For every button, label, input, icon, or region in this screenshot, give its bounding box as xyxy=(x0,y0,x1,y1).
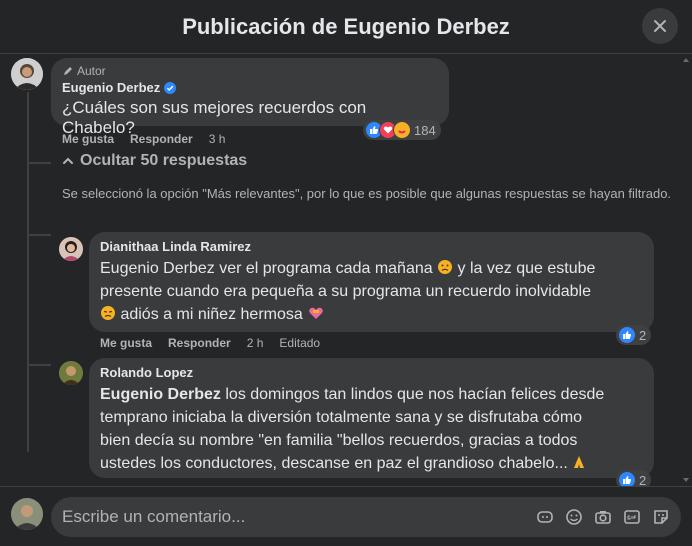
post-reaction-count: 184 xyxy=(414,122,436,138)
avatar-image xyxy=(11,58,43,90)
gif-icon xyxy=(624,510,640,524)
avatar[interactable] xyxy=(59,237,83,261)
chevron-up-icon xyxy=(63,157,73,164)
reply-author-name[interactable]: Rolando Lopez xyxy=(100,365,643,380)
reply-author-name-text: Dianithaa Linda Ramirez xyxy=(100,239,251,254)
author-badge: Autor xyxy=(62,64,438,78)
avatar-image xyxy=(59,361,83,385)
sad-face-icon xyxy=(438,260,453,274)
post-author-name-text: Eugenio Derbez xyxy=(62,80,161,95)
post-like-button[interactable]: Me gusta xyxy=(62,132,114,146)
reply-mention-link[interactable]: Eugenio Derbez xyxy=(100,386,221,403)
care-reaction-icon xyxy=(393,121,411,139)
reply-author-name-text: Rolando Lopez xyxy=(100,365,194,380)
praying-hands-icon xyxy=(574,456,585,468)
thread-branch xyxy=(27,234,51,236)
reply-text-line: Eugenio Derbez ver el programa cada maña… xyxy=(100,260,433,277)
emoji-button[interactable] xyxy=(564,507,584,527)
camera-icon xyxy=(595,511,611,524)
avatar[interactable] xyxy=(11,58,43,90)
reply-reactions[interactable]: 2 xyxy=(616,325,652,345)
gif-button[interactable] xyxy=(622,507,642,527)
reply-bubble: Dianithaa Linda Ramirez Eugenio Derbez v… xyxy=(89,232,654,332)
comment-composer xyxy=(0,486,692,546)
scrollbar[interactable] xyxy=(682,56,690,484)
reply-text-line: y la vez que estube xyxy=(457,260,596,277)
post-actions: Me gusta Responder 3 h xyxy=(62,132,225,146)
heart-ribbon-icon xyxy=(309,307,324,319)
reply-text-line: adiós a mi niñez hermosa xyxy=(120,306,303,323)
reply-like-button[interactable]: Me gusta xyxy=(100,336,152,350)
reply-text: Eugenio Derbez ver el programa cada maña… xyxy=(100,257,643,326)
dialog-header: Publicación de Eugenio Derbez xyxy=(0,0,692,54)
reply-text-line: presente cuando era pequeña a su program… xyxy=(100,283,592,300)
sticker-button[interactable] xyxy=(651,507,671,527)
camera-button[interactable] xyxy=(593,507,613,527)
post-bubble: Autor Eugenio Derbez ¿Cuáles son sus mej… xyxy=(51,58,449,137)
thread-branch xyxy=(27,364,51,366)
avatar-sticker-icon xyxy=(537,511,553,523)
reply-text-line: bien decía su nombre "en familia "bellos… xyxy=(100,432,578,449)
pencil-icon xyxy=(64,67,72,75)
author-tag-label: Autor xyxy=(77,64,106,78)
reply-text-line: ustedes los conductores, descanse en paz… xyxy=(100,455,568,472)
post-reactions[interactable]: 184 xyxy=(363,120,441,140)
reply-edited-label: Editado xyxy=(279,336,321,350)
reply-text: Eugenio Derbez los domingos tan lindos q… xyxy=(100,383,643,475)
composer-tools xyxy=(535,507,671,527)
avatar-image xyxy=(11,498,43,530)
close-button[interactable] xyxy=(642,8,678,44)
post-author-name[interactable]: Eugenio Derbez xyxy=(62,80,438,95)
like-reaction-icon xyxy=(618,326,636,344)
post-reply-button[interactable]: Responder xyxy=(130,132,193,146)
scroll-down-icon xyxy=(683,478,689,482)
thread-line xyxy=(27,92,29,452)
sticker-icon xyxy=(654,510,668,524)
hide-replies-button[interactable]: Ocultar 50 respuestas xyxy=(62,152,247,170)
avatar[interactable] xyxy=(11,498,43,530)
comment-input[interactable] xyxy=(62,507,522,527)
reply-text-line: temprano iniciaba la diversión totalment… xyxy=(100,409,583,426)
avatar-image xyxy=(59,237,83,261)
close-icon xyxy=(654,20,666,32)
thread-branch xyxy=(27,162,51,164)
reply-reaction-count: 2 xyxy=(639,327,647,343)
avatar[interactable] xyxy=(59,361,83,385)
filter-notice: Se seleccionó la opción "Más relevantes"… xyxy=(62,186,672,201)
reply-author-name[interactable]: Dianithaa Linda Ramirez xyxy=(100,239,643,254)
comment-box[interactable] xyxy=(51,497,681,537)
post-time[interactable]: 3 h xyxy=(209,132,226,146)
emoji-icon xyxy=(566,509,582,525)
reply-actions: Me gusta Responder 2 h Editado xyxy=(100,336,320,350)
hide-replies-label: Ocultar 50 respuestas xyxy=(80,152,248,169)
reply-reply-button[interactable]: Responder xyxy=(168,336,231,350)
avatar-sticker-button[interactable] xyxy=(535,507,555,527)
reply-text-line: los domingos tan lindos que nos hacían f… xyxy=(225,386,605,403)
dialog-title: Publicación de Eugenio Derbez xyxy=(182,13,510,39)
reply-bubble: Rolando Lopez Eugenio Derbez los domingo… xyxy=(89,358,654,478)
reply-time[interactable]: 2 h xyxy=(247,336,264,350)
verified-icon xyxy=(164,81,177,94)
scroll-up-icon xyxy=(683,58,689,62)
disappointed-face-icon xyxy=(101,306,115,320)
